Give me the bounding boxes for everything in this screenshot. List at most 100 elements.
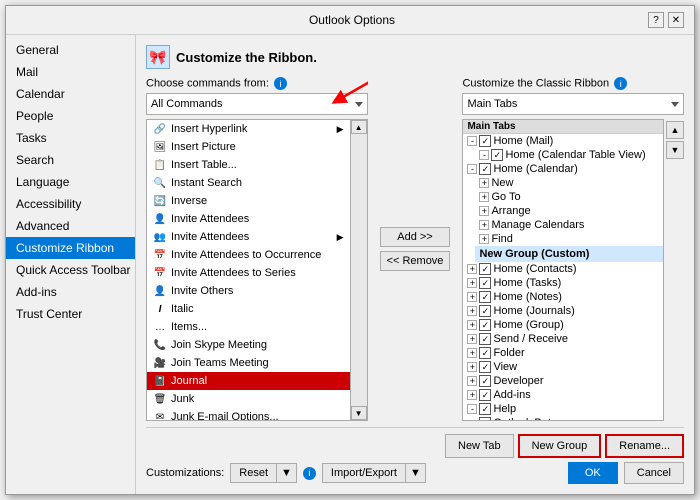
- sidebar-item-mail[interactable]: Mail: [6, 61, 135, 83]
- list-item-invite-attendees2[interactable]: 👥Invite Attendees▶: [147, 228, 350, 246]
- tree-item-arrange[interactable]: + Arrange: [475, 204, 663, 218]
- toggle-help[interactable]: -: [467, 404, 477, 414]
- list-item-italic[interactable]: IItalic: [147, 300, 350, 318]
- import-export-button[interactable]: Import/Export: [323, 464, 406, 482]
- add-button[interactable]: Add >>: [380, 227, 451, 247]
- tree-item-send-receive[interactable]: + ✓ Send / Receive: [463, 332, 663, 346]
- list-item-junk[interactable]: 🗑Junk: [147, 390, 350, 408]
- check-home-mail[interactable]: ✓: [479, 135, 491, 147]
- list-item-instant-search[interactable]: 🔍Instant Search: [147, 174, 350, 192]
- check-folder[interactable]: ✓: [479, 347, 491, 359]
- tree-item-outlook-beta[interactable]: ✓ Outlook Beta: [475, 416, 663, 421]
- close-button[interactable]: ✕: [668, 12, 684, 28]
- sidebar-item-advanced[interactable]: Advanced: [6, 215, 135, 237]
- tree-item-folder[interactable]: + ✓ Folder: [463, 346, 663, 360]
- list-item-invite-occurrence[interactable]: 📅Invite Attendees to Occurrence: [147, 246, 350, 264]
- tree-item-goto[interactable]: + Go To: [475, 190, 663, 204]
- toggle-addins[interactable]: +: [467, 390, 477, 400]
- toggle-group[interactable]: +: [467, 320, 477, 330]
- ok-button[interactable]: OK: [568, 462, 618, 484]
- list-item-invite-others[interactable]: 👤Invite Others: [147, 282, 350, 300]
- reset-dropdown-arrow[interactable]: ▼: [277, 464, 296, 482]
- list-item-join-teams[interactable]: 🎥Join Teams Meeting: [147, 354, 350, 372]
- tree-item-developer[interactable]: + ✓ Developer: [463, 374, 663, 388]
- check-addins[interactable]: ✓: [479, 389, 491, 401]
- list-item-invite-series[interactable]: 📅Invite Attendees to Series: [147, 264, 350, 282]
- tree-item-home-group[interactable]: + ✓ Home (Group): [463, 318, 663, 332]
- tree-scroll-down[interactable]: ▼: [666, 141, 684, 159]
- toggle-contacts[interactable]: +: [467, 264, 477, 274]
- tree-item-home-calendar-table[interactable]: - ✓ Home (Calendar Table View): [475, 148, 663, 162]
- sidebar-item-language[interactable]: Language: [6, 171, 135, 193]
- tree-item-view[interactable]: + ✓ View: [463, 360, 663, 374]
- sidebar-item-customize-ribbon[interactable]: Customize Ribbon: [6, 237, 135, 259]
- list-item-inverse[interactable]: 🔄Inverse: [147, 192, 350, 210]
- tree-item-home-tasks[interactable]: + ✓ Home (Tasks): [463, 276, 663, 290]
- toggle-view[interactable]: +: [467, 362, 477, 372]
- sidebar-item-quick-access[interactable]: Quick Access Toolbar: [6, 259, 135, 281]
- toggle-home-cal[interactable]: -: [467, 164, 477, 174]
- cancel-button[interactable]: Cancel: [624, 462, 684, 484]
- toggle-journals[interactable]: +: [467, 306, 477, 316]
- list-item-insert-picture[interactable]: 🖼Insert Picture: [147, 138, 350, 156]
- new-group-button[interactable]: New Group: [518, 434, 602, 458]
- scroll-up-button[interactable]: ▲: [351, 120, 367, 134]
- check-journals[interactable]: ✓: [479, 305, 491, 317]
- toggle-new[interactable]: +: [479, 178, 489, 188]
- sidebar-item-search[interactable]: Search: [6, 149, 135, 171]
- check-help[interactable]: ✓: [479, 403, 491, 415]
- check-home-cal[interactable]: ✓: [479, 163, 491, 175]
- sidebar-item-addins[interactable]: Add-ins: [6, 281, 135, 303]
- list-item-join-skype[interactable]: 📞Join Skype Meeting: [147, 336, 350, 354]
- toggle-find[interactable]: +: [479, 234, 489, 244]
- remove-button[interactable]: << Remove: [380, 251, 451, 271]
- tree-item-help[interactable]: - ✓ Help: [463, 402, 663, 416]
- tree-item-home-mail[interactable]: - ✓ Home (Mail): [463, 134, 663, 148]
- toggle-arrange[interactable]: +: [479, 206, 489, 216]
- ribbon-dropdown[interactable]: Main Tabs: [462, 93, 684, 115]
- list-item-insert-table[interactable]: 📋Insert Table...: [147, 156, 350, 174]
- toggle-goto[interactable]: +: [479, 192, 489, 202]
- check-outlook-beta[interactable]: ✓: [479, 417, 491, 421]
- check-tasks[interactable]: ✓: [479, 277, 491, 289]
- reset-button[interactable]: Reset: [231, 464, 277, 482]
- tree-item-home-journals[interactable]: + ✓ Home (Journals): [463, 304, 663, 318]
- check-contacts[interactable]: ✓: [479, 263, 491, 275]
- new-tab-button[interactable]: New Tab: [445, 434, 514, 458]
- tree-item-new-group-custom[interactable]: New Group (Custom): [475, 246, 663, 262]
- sidebar-item-trust-center[interactable]: Trust Center: [6, 303, 135, 325]
- toggle-home-cal-table[interactable]: -: [479, 150, 489, 160]
- left-info-icon[interactable]: i: [274, 77, 287, 90]
- tree-item-home-contacts[interactable]: + ✓ Home (Contacts): [463, 262, 663, 276]
- sidebar-item-people[interactable]: People: [6, 105, 135, 127]
- sidebar-item-tasks[interactable]: Tasks: [6, 127, 135, 149]
- check-notes[interactable]: ✓: [479, 291, 491, 303]
- list-item-invite-attendees1[interactable]: 👤Invite Attendees: [147, 210, 350, 228]
- toggle-manage-cal[interactable]: +: [479, 220, 489, 230]
- sidebar-item-calendar[interactable]: Calendar: [6, 83, 135, 105]
- import-export-dropdown-arrow[interactable]: ▼: [406, 464, 425, 482]
- scroll-down-button[interactable]: ▼: [351, 406, 367, 420]
- tree-item-addins[interactable]: + ✓ Add-ins: [463, 388, 663, 402]
- check-view[interactable]: ✓: [479, 361, 491, 373]
- check-send-receive[interactable]: ✓: [479, 333, 491, 345]
- list-item-items[interactable]: …Items...: [147, 318, 350, 336]
- tree-item-home-notes[interactable]: + ✓ Home (Notes): [463, 290, 663, 304]
- tree-item-manage-cal[interactable]: + Manage Calendars: [475, 218, 663, 232]
- check-home-cal-table[interactable]: ✓: [491, 149, 503, 161]
- tree-scroll-up[interactable]: ▲: [666, 121, 684, 139]
- list-item-journal[interactable]: 📓Journal: [147, 372, 350, 390]
- right-info-icon[interactable]: i: [614, 77, 627, 90]
- toggle-developer[interactable]: +: [467, 376, 477, 386]
- help-button[interactable]: ?: [648, 12, 664, 28]
- commands-dropdown[interactable]: All Commands: [146, 93, 368, 115]
- tree-item-new[interactable]: + New: [475, 176, 663, 190]
- commands-list[interactable]: 🔗Insert Hyperlink▶ 🖼Insert Picture 📋Inse…: [146, 119, 351, 421]
- rename-button[interactable]: Rename...: [605, 434, 684, 458]
- toggle-notes[interactable]: +: [467, 292, 477, 302]
- toggle-home-mail[interactable]: -: [467, 136, 477, 146]
- sidebar-item-general[interactable]: General: [6, 39, 135, 61]
- tree-item-find[interactable]: + Find: [475, 232, 663, 246]
- check-developer[interactable]: ✓: [479, 375, 491, 387]
- toggle-tasks[interactable]: +: [467, 278, 477, 288]
